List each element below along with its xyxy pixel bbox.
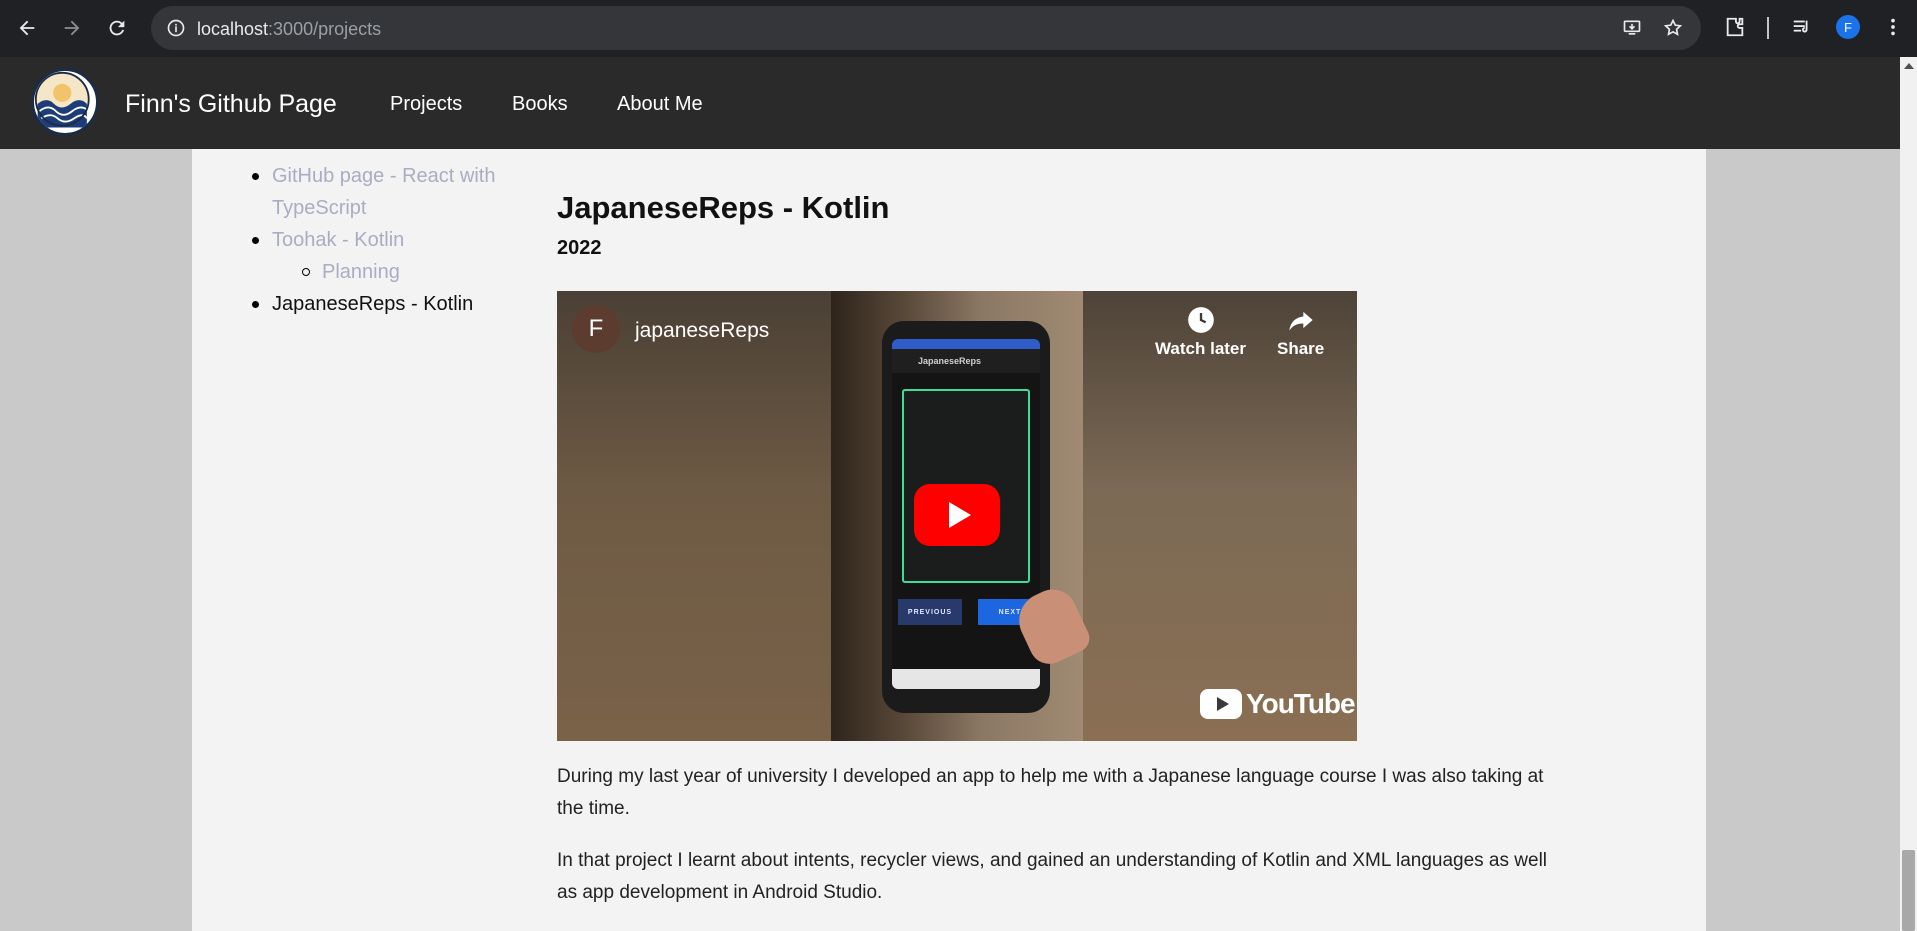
scroll-up-arrow-icon[interactable] [1904,63,1914,69]
scroll-thumb[interactable] [1902,850,1915,931]
channel-avatar[interactable]: F [572,305,620,353]
phone-status-bar [892,339,1040,349]
toc-item: Toohak - Kotlin [252,224,520,256]
project-title: JapaneseReps - Kotlin [557,190,890,225]
phone-app-title: JapaneseReps [918,356,982,366]
reload-icon[interactable] [101,12,133,44]
phone-previous-button: PREVIOUS [898,599,962,625]
share-button[interactable]: Share [1277,305,1324,359]
nav-link-about-me[interactable]: About Me [617,93,703,116]
youtube-play-icon [1200,689,1242,719]
install-app-icon[interactable] [1621,17,1643,39]
site-info-icon[interactable] [165,17,187,39]
page-scrollbar[interactable] [1900,57,1917,931]
address-bar[interactable]: localhost:3000/projects [151,6,1701,50]
youtube-wordmark: YouTube [1246,688,1356,719]
forward-icon[interactable] [56,12,88,44]
menu-kebab-icon[interactable] [1880,14,1906,40]
media-queue-icon[interactable] [1789,14,1815,40]
phone-nav-bar [892,669,1040,689]
channel-name[interactable]: japaneseReps [635,319,769,343]
site-logo[interactable] [31,68,99,136]
watch-later-button[interactable]: Watch later [1155,305,1246,359]
share-icon [1286,305,1316,335]
browser-toolbar: localhost:3000/projects F [0,0,1917,57]
youtube-logo[interactable]: YouTube [1200,688,1356,720]
bullet-dot [252,237,259,244]
video-blur-left [557,291,831,741]
phone-app-bar: JapaneseReps [892,349,1040,373]
toolbar-divider [1767,17,1769,39]
youtube-embed[interactable]: JapaneseReps PREVIOUS NEXT F japaneseRep… [557,291,1357,741]
bullet-dot [252,301,259,308]
bookmark-star-icon[interactable] [1662,17,1684,39]
url-text[interactable]: localhost:3000/projects [197,19,381,40]
url-host: localhost [197,19,269,39]
toc-link-github-page[interactable]: GitHub page - React with TypeScript [272,165,495,219]
url-path: :3000/projects [268,19,382,39]
toc-current-japanesereps: JapaneseReps - Kotlin [272,293,474,315]
project-toc: GitHub page - React with TypeScript Tooh… [252,160,520,320]
bullet-circle [302,268,310,276]
play-button[interactable] [914,484,1000,546]
site-brand[interactable]: Finn's Github Page [125,90,337,119]
back-icon[interactable] [11,12,43,44]
project-year: 2022 [557,237,602,259]
project-description-2: In that project I learnt about intents, … [557,850,1548,903]
toc-link-planning[interactable]: Planning [322,261,400,283]
nav-link-books[interactable]: Books [512,93,568,116]
toc-link-toohak[interactable]: Toohak - Kotlin [272,229,404,251]
play-icon [948,502,971,528]
clock-icon [1186,305,1216,335]
nav-link-projects[interactable]: Projects [390,93,462,116]
share-label: Share [1277,339,1325,358]
profile-avatar[interactable]: F [1836,15,1860,39]
bullet-dot [252,173,259,180]
site-navbar: Finn's Github Page Projects Books About … [0,57,1900,149]
extensions-icon[interactable] [1722,14,1748,40]
toc-subitem: Planning [302,256,520,288]
toc-item: GitHub page - React with TypeScript [252,160,520,224]
watch-later-label: Watch later [1155,339,1247,358]
toc-item: JapaneseReps - Kotlin [252,288,520,320]
project-description-1: During my last year of university I deve… [557,766,1544,819]
